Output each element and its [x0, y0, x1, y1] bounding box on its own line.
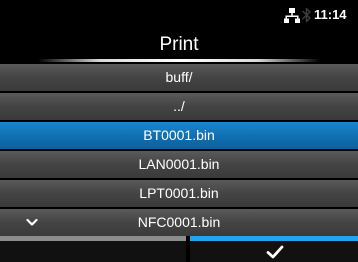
- softkey-accent: [0, 236, 186, 241]
- network-icon: [284, 8, 300, 23]
- file-list-item-label: LAN0001.bin: [138, 156, 220, 172]
- status-clock: 11:14: [314, 7, 347, 22]
- checkmark-icon: [266, 245, 284, 259]
- file-list-item-label: buff/: [165, 69, 193, 85]
- file-list-item-label: LPT0001.bin: [139, 185, 219, 201]
- status-bar: 11:14: [0, 0, 358, 34]
- softkey-bar: [0, 236, 358, 262]
- file-list-item-lan0001[interactable]: LAN0001.bin: [0, 151, 358, 178]
- bluetooth-icon: [302, 7, 311, 23]
- file-list-item-parent-dir[interactable]: ../: [0, 93, 358, 120]
- confirm-softkey[interactable]: [190, 236, 358, 262]
- file-list-item-label: ../: [173, 98, 185, 114]
- file-list: buff/ ../ BT0001.bin LAN0001.bin LPT0001…: [0, 62, 358, 236]
- file-list-item-label: BT0001.bin: [143, 127, 215, 143]
- page-title: Print: [159, 34, 199, 55]
- file-list-item-lpt0001[interactable]: LPT0001.bin: [0, 180, 358, 207]
- softkey-accent: [190, 236, 358, 241]
- print-screen: 11:14 Print buff/ ../ BT0001.bin LAN0001…: [0, 0, 358, 262]
- back-softkey[interactable]: [0, 236, 186, 262]
- chevron-down-icon: [26, 218, 38, 226]
- file-list-item-buff[interactable]: buff/: [0, 64, 358, 91]
- file-list-item-bt0001[interactable]: BT0001.bin: [0, 122, 358, 149]
- file-list-item-nfc0001[interactable]: NFC0001.bin: [0, 209, 358, 236]
- file-list-item-label: NFC0001.bin: [137, 214, 221, 230]
